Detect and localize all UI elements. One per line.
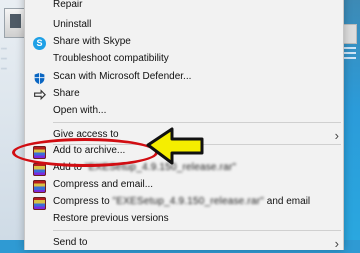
menu-item-label-suffix: and email (266, 196, 311, 207)
arrow-icon (146, 127, 204, 165)
archive-name: "EXESetup_4.9.150_release.rar" (112, 196, 264, 207)
winrar-icon (33, 197, 46, 210)
menu-item-compress-to-email[interactable]: Compress to "EXESetup_4.9.150_release.ra… (25, 194, 343, 212)
highlight-ellipse (12, 138, 158, 167)
winrar-icon (33, 180, 46, 193)
menu-item-label: Scan with Microsoft Defender... (53, 71, 192, 82)
menu-item-troubleshoot[interactable]: Troubleshoot compatibility (25, 51, 343, 69)
menu-item-open-with[interactable]: Open with... (25, 103, 343, 121)
menu-item-send-to[interactable]: Send to › (25, 235, 343, 253)
menu-item-label: Compress to "EXESetup_4.9.150_release.ra… (53, 196, 310, 207)
menu-item-label: Share (53, 88, 80, 99)
shield-icon (34, 72, 45, 85)
separator (53, 122, 341, 123)
menu-item-defender[interactable]: Scan with Microsoft Defender... (25, 69, 343, 87)
context-menu: Repair Uninstall S Share with Skype Trou… (24, 0, 344, 253)
menu-item-label: Restore previous versions (53, 213, 169, 224)
menu-item-repair[interactable]: Repair (25, 0, 343, 15)
menu-item-label: Uninstall (53, 19, 92, 30)
menu-item-label-text: Compress to (53, 196, 113, 207)
menu-item-label: Open with... (53, 105, 107, 116)
winrar-icon (33, 163, 46, 176)
skype-icon: S (33, 37, 46, 50)
menu-item-label: Repair (53, 0, 83, 10)
menu-item-label: Troubleshoot compatibility (53, 53, 169, 64)
menu-item-restore[interactable]: Restore previous versions (25, 211, 343, 229)
menu-item-uninstall[interactable]: Uninstall (25, 17, 343, 35)
menu-item-share-skype[interactable]: S Share with Skype (25, 34, 343, 52)
menu-item-label: Send to (53, 237, 88, 248)
menu-item-label: Share with Skype (53, 36, 131, 47)
share-icon (34, 89, 46, 101)
menu-item-compress-email[interactable]: Compress and email... (25, 177, 343, 195)
menu-item-share[interactable]: Share (25, 86, 343, 104)
separator (53, 230, 341, 231)
chevron-right-icon: › (334, 236, 339, 251)
menu-item-label: Compress and email... (53, 179, 154, 190)
